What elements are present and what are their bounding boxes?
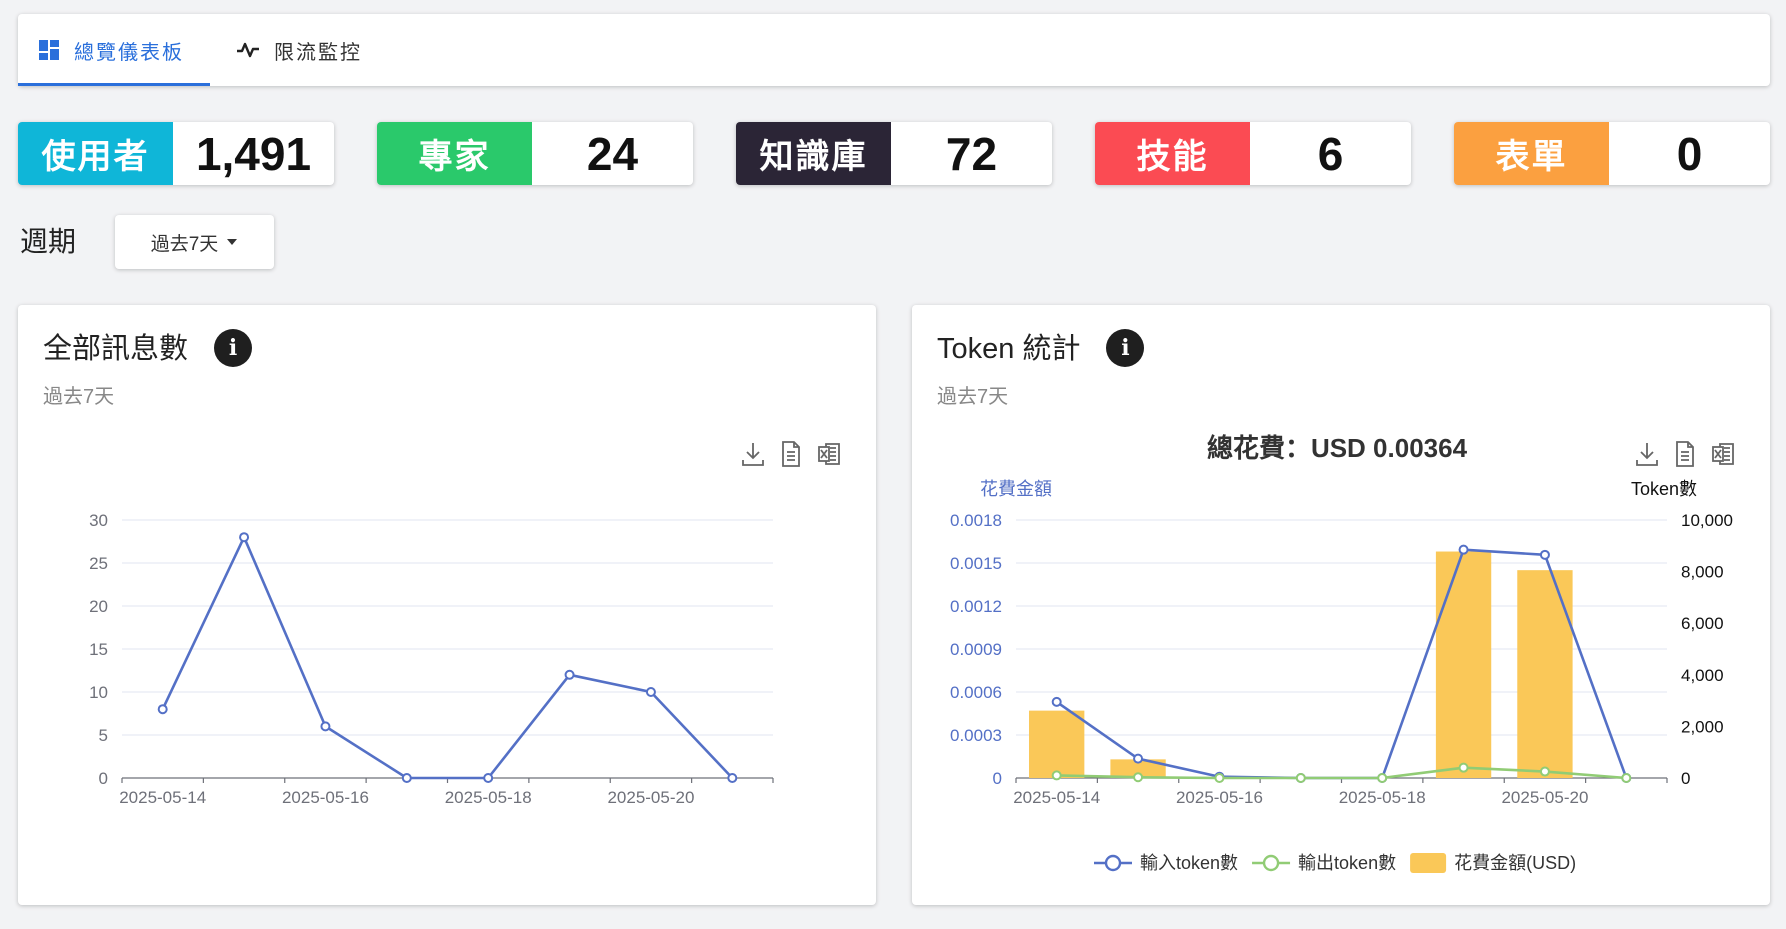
legend-label: 輸出token數 <box>1298 853 1396 873</box>
stat-card-skills: 技能 6 <box>1095 122 1411 185</box>
tab-label: 總覽儀表板 <box>74 41 184 64</box>
data-point <box>1621 773 1632 783</box>
data-point <box>1377 773 1388 783</box>
y-tick-label: 30 <box>89 511 108 530</box>
stat-card-knowledge-base: 知識庫 72 <box>736 122 1052 185</box>
stat-card-experts: 專家 24 <box>377 122 693 185</box>
y-left-tick-label: 0.0006 <box>950 683 1002 702</box>
y-tick-label: 15 <box>89 640 108 659</box>
y-right-tick-label: 2,000 <box>1681 717 1724 736</box>
data-point <box>401 773 412 783</box>
y-left-tick-label: 0 <box>993 769 1002 788</box>
data-point <box>1539 766 1550 777</box>
cost-bar <box>1029 710 1085 778</box>
stat-label: 知識庫 <box>736 122 891 185</box>
data-point <box>1133 772 1144 783</box>
data-point <box>239 532 250 543</box>
token-combo-chart: 總花費：USD 0.00364 花費金額 Token數 0 0.0003 0.0006 0.… <box>950 433 1733 873</box>
x-tick-label: 2025-05-20 <box>607 788 694 807</box>
y-right-tick-label: 4,000 <box>1681 666 1724 685</box>
y-left-tick-label: 0.0003 <box>950 726 1002 745</box>
caret-down-icon <box>227 239 238 245</box>
stat-value: 6 <box>1317 127 1344 180</box>
token-card: Token 統計 i 過去7天 總花費：USD 0.00364 花費金額 Token… <box>912 305 1770 905</box>
data-point <box>1051 770 1062 781</box>
stat-label: 使用者 <box>18 122 173 185</box>
x-tick-label: 2025-05-14 <box>119 788 206 807</box>
x-tick-label: 2025-05-18 <box>445 788 532 807</box>
cost-bar <box>1517 570 1573 778</box>
data-point <box>1458 544 1469 555</box>
y-right-tick-label: 6,000 <box>1681 614 1724 633</box>
period-label: 週期 <box>20 226 77 257</box>
y-left-tick-label: 0.0012 <box>950 597 1002 616</box>
y-tick-label: 25 <box>89 554 108 573</box>
data-point <box>1133 753 1144 764</box>
stat-value: 0 <box>1676 127 1703 180</box>
data-point <box>645 687 656 697</box>
y-right-tick-label: 10,000 <box>1681 511 1733 530</box>
data-point <box>1051 696 1062 707</box>
data-point <box>157 704 168 715</box>
x-tick-label: 2025-05-20 <box>1501 788 1588 807</box>
y-right-axis-label: Token數 <box>1631 479 1697 499</box>
stat-value: 72 <box>945 127 998 180</box>
data-point <box>1539 549 1550 560</box>
stat-value: 1,491 <box>195 127 312 180</box>
y-right-tick-label: 0 <box>1681 769 1690 788</box>
cost-bar <box>1435 551 1492 778</box>
y-left-tick-label: 0.0015 <box>950 554 1002 573</box>
tab-overview-dashboard[interactable]: 總覽儀表板 <box>18 14 210 86</box>
period-dropdown[interactable]: 過去7天 <box>115 215 274 269</box>
y-tick-label: 5 <box>99 726 108 745</box>
x-tick-label: 2025-05-18 <box>1339 788 1426 807</box>
y-left-tick-label: 0.0009 <box>950 640 1002 659</box>
y-tick-label: 10 <box>89 683 108 702</box>
messages-line-chart: 0 5 10 15 20 25 30 2025-05-14 2025-05-16 2025-05-… <box>89 511 774 807</box>
x-tick-label: 2025-05-16 <box>1176 788 1263 807</box>
data-point <box>1295 773 1306 783</box>
legend-marker <box>1104 854 1122 872</box>
tab-label: 限流監控 <box>274 41 362 64</box>
x-tick-label: 2025-05-16 <box>282 788 369 807</box>
period-selected-value: 過去7天 <box>150 233 219 255</box>
chart-title: 總花費：USD 0.00364 <box>1207 433 1468 463</box>
active-tab-indicator <box>18 83 210 86</box>
dashboard-icon <box>39 40 59 60</box>
data-point <box>320 721 331 732</box>
data-point <box>727 773 738 783</box>
legend-bar-swatch <box>1410 853 1447 873</box>
series-line <box>161 535 734 780</box>
stat-card-forms: 表單 0 <box>1454 122 1770 185</box>
y-tick-label: 20 <box>89 597 108 616</box>
stat-card-users: 使用者 1,491 <box>18 122 334 185</box>
y-tick-label: 0 <box>99 769 108 788</box>
y-left-axis-label: 花費金額 <box>980 479 1052 499</box>
tab-rate-limit-monitor[interactable]: 限流監控 <box>236 14 362 86</box>
legend-marker <box>1262 854 1280 872</box>
stat-value: 24 <box>586 127 639 180</box>
stat-label: 表單 <box>1454 122 1609 185</box>
activity-icon <box>237 42 259 58</box>
tab-bar: 總覽儀表板 限流監控 <box>18 14 1770 86</box>
data-point <box>1458 762 1469 773</box>
data-point <box>564 669 575 680</box>
messages-card: 全部訊息數 i 過去7天 0 5 10 15 20 25 30 2025-05-14 2025-… <box>18 305 876 905</box>
y-left-tick-label: 0.0018 <box>950 511 1002 530</box>
legend-label: 輸入token數 <box>1140 853 1238 873</box>
stat-label: 技能 <box>1095 122 1250 185</box>
data-point <box>483 773 494 783</box>
stat-label: 專家 <box>377 122 532 185</box>
x-tick-label: 2025-05-14 <box>1013 788 1100 807</box>
legend-label: 花費金額(USD) <box>1454 853 1576 873</box>
y-right-tick-label: 8,000 <box>1681 563 1724 582</box>
data-point <box>1214 773 1225 783</box>
